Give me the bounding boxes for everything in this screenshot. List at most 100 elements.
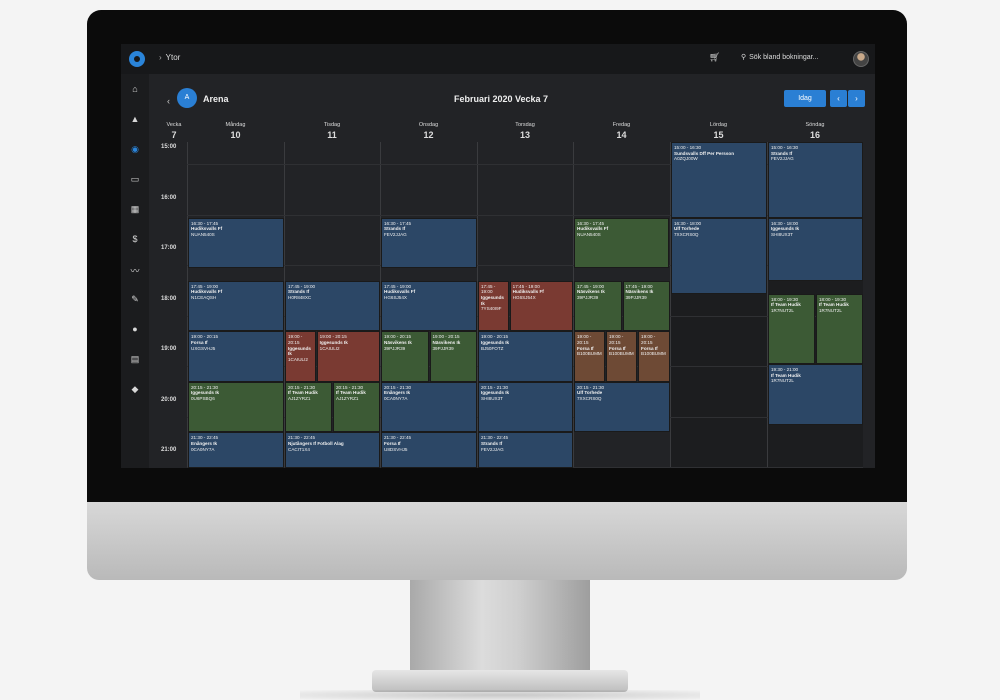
today-button[interactable]: Idag	[784, 90, 826, 107]
booking-event[interactable]: 21:30 - 22:45 Forsa If U8DSVHJ5	[381, 432, 477, 468]
booking-event[interactable]: 17:45 - 19:00 Iggesunds Ik 7YS40I9F	[478, 280, 509, 332]
top-bar: › Ytor 🛒︎ ⚲ Sök bland bokningar...	[121, 44, 875, 74]
booking-event[interactable]: 17:45 - 19:00 Näsvikens Ik 39PJJR39	[574, 280, 622, 332]
booking-event[interactable]: 20:15 - 21:30 Ulf Torhede 7XXCRS0Q	[574, 381, 670, 433]
booking-event[interactable]: 15:00 - 16:30 Strands If FEV2JJAG	[768, 142, 863, 218]
booking-event[interactable]: 19:00 - 20:15 Forsa If UXGSVHJ5	[188, 331, 284, 382]
monitor-chin	[87, 502, 907, 580]
booking-event[interactable]: 17:45 - 19:00 Hudiksvalls Ff HG6SJ54X	[509, 280, 573, 332]
booking-event[interactable]: 16:30 - 17:45 Hudiksvalls Ff NUAN540S	[188, 217, 284, 269]
pencil-icon[interactable]: ✎	[121, 294, 149, 305]
event-code: 0U6PSBQ6	[191, 396, 215, 402]
booking-event[interactable]: 17:45 - 19:00 Näsvikens Ik 39PJJR39	[622, 280, 670, 332]
search-input[interactable]: ⚲ Sök bland bokningar...	[741, 53, 818, 61]
booking-event[interactable]: 19:00 - 20:15 Iggesunds Ik 1CAIULI2	[285, 331, 316, 382]
day-name: Fredag	[612, 122, 631, 128]
tags-icon[interactable]: ◆	[121, 384, 149, 395]
chat-icon[interactable]: ▭	[121, 174, 149, 185]
warning-icon[interactable]: ▲	[121, 114, 149, 124]
time-label: 19:00	[161, 346, 177, 352]
booking-event[interactable]: 20:15 - 21:30 If Team Hudik AJ1ZYRZ1	[285, 381, 332, 433]
booking-event[interactable]: 19:00 - 20:15 Näsvikens Ik 39PJJR39	[429, 331, 477, 382]
event-code: AJ1ZYRZ1	[336, 396, 359, 402]
event-code: 1CAIULI2	[319, 345, 340, 351]
event-code: 39PJJR39	[577, 295, 599, 301]
day-header: Onsdag 12	[380, 122, 477, 140]
day-header: Torsdag 13	[477, 122, 573, 140]
users-icon[interactable]: ●	[121, 324, 149, 334]
event-code: CACIT1X4	[288, 446, 310, 452]
booking-event[interactable]: 21:30 - 22:45 Strands If FEV2JJAG	[478, 432, 573, 468]
booking-event[interactable]: 17:45 - 19:00 Strands If H0R848XC	[285, 280, 380, 332]
event-code: A0ZQJ00W	[674, 156, 698, 162]
dollar-icon[interactable]: $	[121, 234, 149, 244]
booking-event[interactable]: 17:45 - 19:00 Hudiksvalls Ff N1CEAQSH	[188, 280, 284, 332]
search-icon: ⚲	[741, 54, 747, 61]
event-time: 19:00 - 20:15	[288, 334, 303, 345]
breadcrumb-item[interactable]: Ytor	[166, 53, 181, 62]
booking-event[interactable]: 19:00 - 20:15 Forsa If B100BUMM	[638, 331, 670, 382]
event-time: 19:00 - 20:15	[577, 334, 592, 345]
booking-event[interactable]: 20:15 - 21:30 Enångers Ik 0CA0NY7A	[381, 381, 477, 433]
event-code: FEV2JJAG	[771, 156, 794, 162]
booking-event[interactable]: 16:30 - 17:45 Strands If FEV2JJAG	[381, 217, 477, 269]
booking-event[interactable]: 19:00 - 20:15 Iggesunds Ik BJ50FOTZ	[478, 331, 573, 382]
event-code: 39PJJR39	[384, 345, 406, 351]
booking-event[interactable]: 19:00 - 20:15 Näsvikens Ik 39PJJR39	[381, 331, 429, 382]
booking-event[interactable]: 19:00 - 20:15 Forsa If B100BUMM	[606, 331, 637, 382]
event-code: 7XXCRS0Q	[577, 396, 602, 402]
event-code: 39PJJR39	[625, 295, 647, 301]
event-code: 1R7NUT2L	[819, 307, 842, 313]
event-code: BJ50FOTZ	[481, 345, 504, 351]
event-code: FEV2JJAG	[481, 446, 504, 452]
book-icon[interactable]: ▤	[121, 354, 149, 365]
booking-event[interactable]: 19:00 - 20:15 Forsa If B100BUMM	[574, 331, 605, 382]
breadcrumb[interactable]: › Ytor	[159, 53, 180, 62]
app-logo-icon[interactable]	[129, 51, 145, 67]
booking-event[interactable]: 20:15 - 21:30 Iggesunds Ik 0U6PSBQ6	[188, 381, 284, 433]
event-code: HG6SJ54X	[512, 295, 536, 301]
back-chevron-icon[interactable]: ‹	[167, 96, 170, 106]
booking-event[interactable]: 15:00 - 16:30 Sundsvalls Dff Per Persson A…	[671, 142, 767, 218]
booking-event[interactable]: 21:30 - 22:45 Njutångers If Fotboll Alag C…	[285, 432, 380, 468]
event-code: 39PJJR39	[432, 345, 454, 351]
event-code: 1R7NUT2L	[771, 307, 794, 313]
event-code: 7YS40I9F	[481, 306, 502, 312]
arena-name: Arena	[203, 94, 229, 104]
booking-event[interactable]: 20:15 - 21:30 Iggesunds Ik SHI8UX3T	[478, 381, 573, 433]
time-label: 15:00	[161, 144, 177, 150]
week-number-header: Vecka 7	[157, 122, 191, 140]
event-code: N1CEAQSH	[191, 295, 217, 301]
booking-event[interactable]: 18:00 - 19:30 If Team Hudik 1R7NUT2L	[768, 293, 815, 365]
booking-event[interactable]: 19:30 - 21:00 If Team Hudik 1R7NUT2L	[768, 364, 863, 425]
day-name: Lördag	[709, 122, 728, 128]
booking-event[interactable]: 16:30 - 18:00 Iggesunds Ik SHI8UX3T	[768, 217, 863, 281]
booking-event[interactable]: 17:45 - 19:00 Hudiksvalls Ff HG6SJ54X	[381, 280, 477, 332]
user-avatar[interactable]	[853, 51, 869, 67]
day-name: Onsdag	[418, 122, 439, 128]
booking-event[interactable]: 21:30 - 22:45 Enångers Ik 0CA0NY7A	[188, 432, 284, 468]
cart-icon[interactable]: 🛒︎	[709, 52, 720, 63]
home-icon[interactable]: ⌂	[121, 84, 149, 94]
day-name: Tisdag	[323, 122, 341, 128]
monitor-stand	[410, 580, 590, 672]
soccer-ball-icon[interactable]: ◉	[121, 144, 149, 155]
booking-event[interactable]: 16:30 - 18:00 Ulf Torhede 7XXCRS0Q	[671, 217, 767, 294]
event-code: B100BUMM	[609, 351, 634, 357]
event-code: UXGSVHJ5	[191, 345, 216, 351]
day-name: Söndag	[805, 122, 825, 128]
day-header: Måndag 10	[187, 122, 284, 140]
chart-icon[interactable]: 〰	[121, 264, 149, 277]
event-code: 7XXCRS0Q	[674, 231, 699, 237]
prev-week-button[interactable]: ‹	[830, 90, 847, 107]
event-code: B100BUMM	[641, 351, 666, 357]
booking-event[interactable]: 20:15 - 21:30 If Team Hudik AJ1ZYRZ1	[333, 381, 380, 433]
booking-event[interactable]: 19:00 - 20:15 Iggesunds Ik 1CAIULI2	[316, 331, 380, 382]
calendar-icon[interactable]: ▦	[121, 204, 149, 215]
next-week-button[interactable]: ›	[848, 90, 865, 107]
day-header: Tisdag 11	[284, 122, 380, 140]
booking-event[interactable]: 16:30 - 17:45 Hudiksvalls Ff NUAN540S	[574, 217, 669, 269]
booking-event[interactable]: 18:00 - 19:30 If Team Hudik 1R7NUT2L	[816, 293, 863, 365]
event-time: 19:00 - 20:15	[609, 334, 624, 345]
day-header: Söndag 16	[767, 122, 863, 140]
